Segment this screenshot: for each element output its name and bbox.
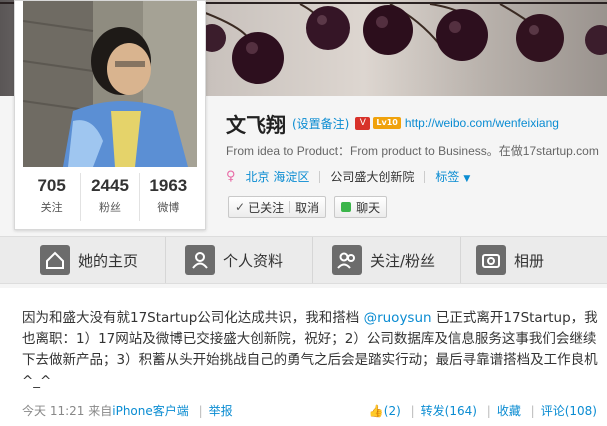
button-divider <box>289 201 291 213</box>
check-icon: ✓ <box>235 200 246 214</box>
tags-dropdown[interactable]: 标签 ▼ <box>435 168 470 185</box>
post-meta: 今天 11:21 来自iPhone客户端 | 举报 <box>22 402 233 419</box>
repost-button[interactable]: 转发(164) <box>421 404 477 418</box>
thumbs-up-icon: 👍 <box>368 404 384 418</box>
stat-posts-count: 1963 <box>149 176 188 195</box>
report-link[interactable]: 举报 <box>209 404 233 418</box>
stat-following-count: 705 <box>37 176 66 195</box>
tags-label: 标签 <box>435 170 460 184</box>
tab-divider <box>312 237 313 283</box>
divider: | <box>486 404 491 418</box>
tab-profile-info-label: 个人资料 <box>223 251 284 270</box>
person-icon <box>185 245 215 275</box>
level-badge-icon[interactable]: Lv10 <box>373 117 401 129</box>
post-actions: 👍(2) | 转发(164) | 收藏 | 评论(108) <box>369 402 597 419</box>
tab-home-label: 她的主页 <box>78 251 139 270</box>
chat-status-icon <box>341 202 352 212</box>
comment-button[interactable]: 评论(108) <box>541 404 597 418</box>
people-icon <box>332 245 362 275</box>
stat-followers[interactable]: 2445 粉丝 <box>81 173 140 221</box>
avatar-card: 705 关注 2445 粉丝 1963 微博 <box>14 0 206 230</box>
divider: | <box>530 404 535 418</box>
chat-button-label: 聊天 <box>356 200 381 215</box>
avatar-photo <box>23 1 197 167</box>
tab-home[interactable]: 她的主页 <box>40 237 138 283</box>
stat-following[interactable]: 705 关注 <box>23 173 82 221</box>
stat-followers-count: 2445 <box>91 176 129 195</box>
profile-description: From idea to Product：From product to Bus… <box>226 144 599 158</box>
source-prefix: 来自 <box>88 404 113 418</box>
profile-stats: 705 关注 2445 粉丝 1963 微博 <box>23 173 197 221</box>
tab-photos[interactable]: 相册 <box>476 237 544 283</box>
unfollow-button[interactable]: 取消 <box>295 199 319 216</box>
favorite-button[interactable]: 收藏 <box>497 404 521 418</box>
tab-follows-fans-label: 关注/粉丝 <box>370 251 436 270</box>
post-text: 因为和盛大没有就17Startup公司化达成共识，我和搭档 @ruoysun 已… <box>22 308 602 392</box>
mention-link[interactable]: @ruoysun <box>364 310 432 326</box>
avatar[interactable] <box>23 1 197 167</box>
name-row: 文飞翔 (设置备注) V Lv10 http://weibo.com/wenfe… <box>226 110 559 137</box>
source-link[interactable]: iPhone客户端 <box>112 404 189 418</box>
vip-badge-icon[interactable]: V <box>355 116 371 130</box>
stat-following-label: 关注 <box>40 201 63 214</box>
tab-follows-fans[interactable]: 关注/粉丝 <box>332 237 435 283</box>
post-text-part: 因为和盛大没有就17Startup公司化达成共识，我和搭档 <box>22 310 364 326</box>
divider: | <box>198 404 203 418</box>
weibo-url-link[interactable]: http://weibo.com/wenfeixiang <box>405 116 559 130</box>
stat-posts-label: 微博 <box>157 201 180 214</box>
home-icon <box>40 245 70 275</box>
profile-tabs: 她的主页 个人资料 关注/粉丝 相册 <box>0 236 607 284</box>
chat-button[interactable]: 聊天 <box>334 196 388 218</box>
post-time[interactable]: 今天 11:21 <box>22 404 84 418</box>
tab-photos-label: 相册 <box>514 251 545 270</box>
profile-meta: ♀ 北京 海淀区 公司盛大创新院 标签 ▼ <box>226 168 470 185</box>
female-gender-icon: ♀ <box>226 169 236 184</box>
meta-divider <box>424 170 426 183</box>
camera-icon <box>476 245 506 275</box>
chevron-down-icon: ▼ <box>463 174 471 184</box>
location-link[interactable]: 北京 海淀区 <box>246 168 310 185</box>
tab-profile-info[interactable]: 个人资料 <box>185 237 283 283</box>
feed: 因为和盛大没有就17Startup公司化达成共识，我和搭档 @ruoysun 已… <box>0 288 607 426</box>
company-label[interactable]: 公司盛大创新院 <box>330 168 414 185</box>
meta-divider <box>319 170 321 183</box>
stat-posts[interactable]: 1963 微博 <box>140 173 197 221</box>
set-remark-link[interactable]: (设置备注) <box>292 115 349 132</box>
followed-status: 已关注 <box>248 200 285 215</box>
like-count: (2) <box>383 404 401 418</box>
tab-divider <box>165 237 166 283</box>
profile-name: 文飞翔 <box>226 112 286 137</box>
followed-button-group: ✓ 已关注 取消 <box>228 196 327 218</box>
relationship-actions: ✓ 已关注 取消 聊天 <box>228 196 388 218</box>
like-button[interactable]: 👍(2) <box>369 404 401 418</box>
tab-divider <box>460 237 461 283</box>
stat-followers-label: 粉丝 <box>98 201 121 214</box>
divider: | <box>410 404 415 418</box>
